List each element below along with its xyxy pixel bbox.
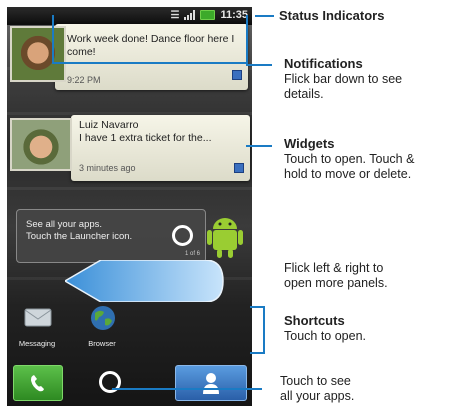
wallpaper-streak [7, 187, 252, 190]
callout-status-title: Status Indicators [279, 8, 385, 23]
messaging-shortcut[interactable]: Messaging [12, 307, 62, 353]
widget-message: I have 1 extra ticket for the... [79, 132, 212, 144]
signal-icon [184, 10, 196, 20]
notification-time: 9:22 PM [67, 75, 101, 85]
callout-line-status-vertical [52, 15, 54, 63]
callout-status-indicators: Status Indicators [279, 8, 384, 24]
callout-notifications-line2: details. [284, 87, 324, 101]
avatar [10, 26, 66, 82]
callout-line-widgets [246, 145, 272, 147]
launcher-ring-icon [172, 225, 193, 246]
phone-screen: ☰ 11:35 Work week done! Dance floor here… [7, 7, 252, 406]
android-robot-icon [207, 218, 243, 258]
browser-label: Browser [88, 339, 116, 348]
messaging-icon [24, 308, 52, 327]
callout-panels-line2: open more panels. [284, 276, 388, 290]
callout-shortcuts-line1: Touch to open. [284, 329, 367, 343]
callout-launcher: Touch to see all your apps. [280, 374, 354, 404]
page-indicator: 1 of 6 [184, 251, 200, 257]
callout-widgets-title: Widgets [284, 136, 335, 151]
flick-left-arrow-icon [65, 260, 224, 302]
browser-shortcut[interactable]: Browser [77, 304, 127, 354]
callout-panels: Flick left & right to open more panels. [284, 261, 388, 291]
callout-panels-line1: Flick left & right to [284, 261, 384, 275]
callout-line-launcher [112, 388, 262, 390]
contact-person-icon [203, 373, 219, 394]
callout-shortcuts-title: Shortcuts [284, 313, 345, 328]
notification-badge-icon [232, 70, 242, 80]
launcher-hint-line1: See all your apps. [26, 219, 103, 230]
callout-line-notifications [246, 64, 272, 66]
messaging-label: Messaging [18, 339, 56, 348]
avatar [10, 118, 72, 171]
callout-line-status-horizontal [52, 62, 246, 64]
launcher-hint-line2: Touch the Launcher icon. [26, 231, 133, 242]
callout-notifications: Notifications Flick bar down to see deta… [284, 56, 402, 102]
phone-handset-icon [31, 375, 44, 392]
callout-line-status [255, 15, 274, 17]
widget-contact-name: Luiz Navarro [79, 119, 139, 131]
callout-notifications-title: Notifications [284, 56, 363, 71]
callout-launcher-line1: Touch to see [280, 374, 351, 388]
status-bar[interactable]: ☰ 11:35 [7, 7, 252, 25]
notification-card[interactable]: Work week done! Dance floor here I come!… [55, 24, 248, 90]
status-time: 11:35 [220, 9, 248, 21]
callout-widgets: Widgets Touch to open. Touch & hold to m… [284, 136, 414, 182]
browser-globe-icon [91, 306, 115, 330]
callout-widgets-line1: Touch to open. Touch & [284, 152, 415, 166]
callout-line-status-right [246, 15, 248, 64]
callout-bracket-bottom [250, 352, 265, 354]
widget-badge-icon [234, 163, 244, 173]
battery-icon [200, 10, 216, 20]
vibrate-icon: ☰ [170, 9, 180, 21]
notification-message: Work week done! Dance floor here I come! [67, 33, 235, 58]
callout-notifications-line1: Flick bar down to see [284, 72, 403, 86]
widget-time: 3 minutes ago [79, 163, 136, 173]
phone-dialer-button[interactable] [13, 365, 63, 401]
callout-bracket-vertical [263, 306, 265, 354]
widget-card[interactable]: Luiz Navarro I have 1 extra ticket for t… [71, 115, 250, 181]
callout-shortcuts: Shortcuts Touch to open. [284, 313, 366, 344]
launcher-hint-bubble: See all your apps. Touch the Launcher ic… [16, 209, 206, 263]
callout-launcher-line2: all your apps. [280, 389, 355, 403]
callout-widgets-line2: hold to move or delete. [284, 167, 412, 181]
contacts-button[interactable] [175, 365, 247, 401]
